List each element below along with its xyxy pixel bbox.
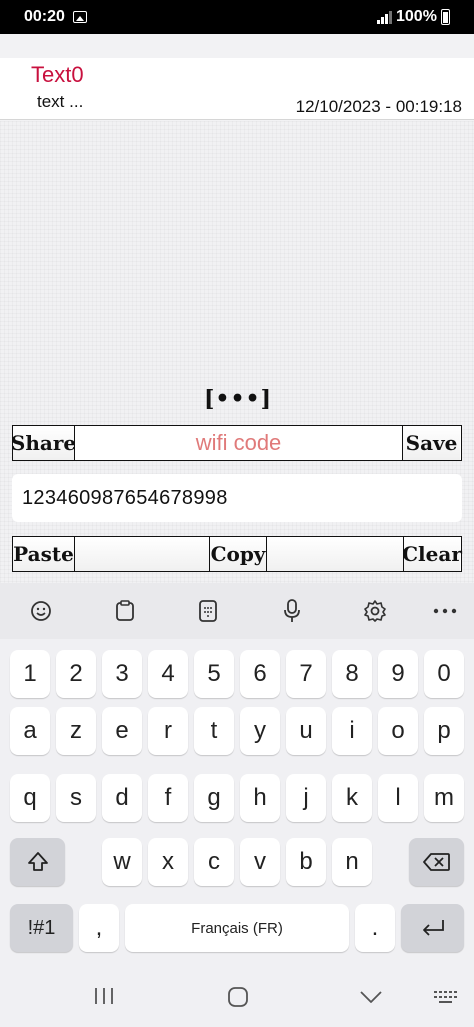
key-j[interactable]: j	[286, 774, 326, 822]
key-period[interactable]: .	[355, 904, 395, 952]
note-date: 12/10/2023 - 00:19:18	[295, 97, 462, 116]
key-u[interactable]: u	[286, 707, 326, 755]
top-strip	[0, 34, 474, 58]
clear-button[interactable]: Clear	[402, 537, 462, 571]
key-h[interactable]: h	[240, 774, 280, 822]
key-p[interactable]: p	[424, 707, 464, 755]
share-button[interactable]: Share	[11, 426, 76, 460]
field-label: wifi code	[75, 426, 403, 460]
status-time: 00:20	[24, 8, 65, 25]
key-1[interactable]: 1	[10, 650, 50, 698]
keyboard-switch-icon[interactable]	[433, 990, 459, 1006]
symbols-key[interactable]: !#1	[10, 904, 73, 952]
more-icon[interactable]	[430, 596, 460, 626]
key-z[interactable]: z	[56, 707, 96, 755]
battery-icon	[441, 9, 450, 25]
save-button[interactable]: Save	[403, 426, 460, 460]
key-i[interactable]: i	[332, 707, 372, 755]
space-key[interactable]: Français (FR)	[125, 904, 349, 952]
key-x[interactable]: x	[148, 838, 188, 886]
key-g[interactable]: g	[194, 774, 234, 822]
key-s[interactable]: s	[56, 774, 96, 822]
emoji-icon[interactable]	[26, 596, 56, 626]
key-c[interactable]: c	[194, 838, 234, 886]
key-2[interactable]: 2	[56, 650, 96, 698]
status-bar: 00:20 100%	[0, 0, 474, 34]
key-9[interactable]: 9	[378, 650, 418, 698]
bottom-button-row: Paste Copy Clear	[12, 536, 462, 572]
shift-key[interactable]	[10, 838, 65, 886]
note-title: Text0	[31, 62, 84, 87]
content-area: [•••] Share wifi code Save 1234609876546…	[0, 121, 474, 583]
key-7[interactable]: 7	[286, 650, 326, 698]
key-8[interactable]: 8	[332, 650, 372, 698]
key-y[interactable]: y	[240, 707, 280, 755]
key-a[interactable]: a	[10, 707, 50, 755]
paste-button[interactable]: Paste	[13, 537, 75, 571]
shift-icon	[27, 852, 48, 871]
keyboard-toolbar	[0, 583, 474, 639]
microphone-icon[interactable]	[277, 596, 307, 626]
keypad-icon[interactable]	[193, 596, 223, 626]
system-nav-bar	[0, 954, 474, 1027]
spacer-cell	[75, 537, 210, 571]
key-f[interactable]: f	[148, 774, 188, 822]
key-m[interactable]: m	[424, 774, 464, 822]
gallery-icon	[73, 11, 87, 23]
spacer-cell	[267, 537, 404, 571]
home-icon[interactable]	[227, 986, 249, 1008]
backspace-key[interactable]	[409, 838, 464, 886]
clipboard-icon[interactable]	[110, 596, 140, 626]
key-w[interactable]: w	[102, 838, 142, 886]
signal-icon	[377, 11, 393, 24]
enter-key[interactable]	[401, 904, 464, 952]
key-t[interactable]: t	[194, 707, 234, 755]
recent-apps-icon[interactable]	[92, 987, 116, 1005]
back-icon[interactable]	[359, 990, 383, 1004]
key-k[interactable]: k	[332, 774, 372, 822]
note-subtitle: text ...	[37, 92, 84, 111]
backspace-icon	[422, 853, 450, 871]
key-6[interactable]: 6	[240, 650, 280, 698]
key-l[interactable]: l	[378, 774, 418, 822]
key-0[interactable]: 0	[424, 650, 464, 698]
settings-icon[interactable]	[360, 596, 390, 626]
key-4[interactable]: 4	[148, 650, 188, 698]
key-v[interactable]: v	[240, 838, 280, 886]
key-b[interactable]: b	[286, 838, 326, 886]
text-input[interactable]: 123460987654678998	[12, 474, 462, 522]
key-d[interactable]: d	[102, 774, 142, 822]
key-e[interactable]: e	[102, 707, 142, 755]
key-r[interactable]: r	[148, 707, 188, 755]
top-button-row: Share wifi code Save	[11, 425, 462, 461]
copy-button[interactable]: Copy	[210, 537, 267, 571]
more-options-button[interactable]: [•••]	[204, 386, 271, 414]
key-n[interactable]: n	[332, 838, 372, 886]
key-q[interactable]: q	[10, 774, 50, 822]
note-header[interactable]: Text0 text ... 12/10/2023 - 00:19:18	[0, 58, 474, 120]
battery-level: 100%	[396, 8, 437, 25]
key-o[interactable]: o	[378, 707, 418, 755]
key-5[interactable]: 5	[194, 650, 234, 698]
key-comma[interactable]: ,	[79, 904, 119, 952]
enter-icon	[422, 920, 444, 936]
key-3[interactable]: 3	[102, 650, 142, 698]
